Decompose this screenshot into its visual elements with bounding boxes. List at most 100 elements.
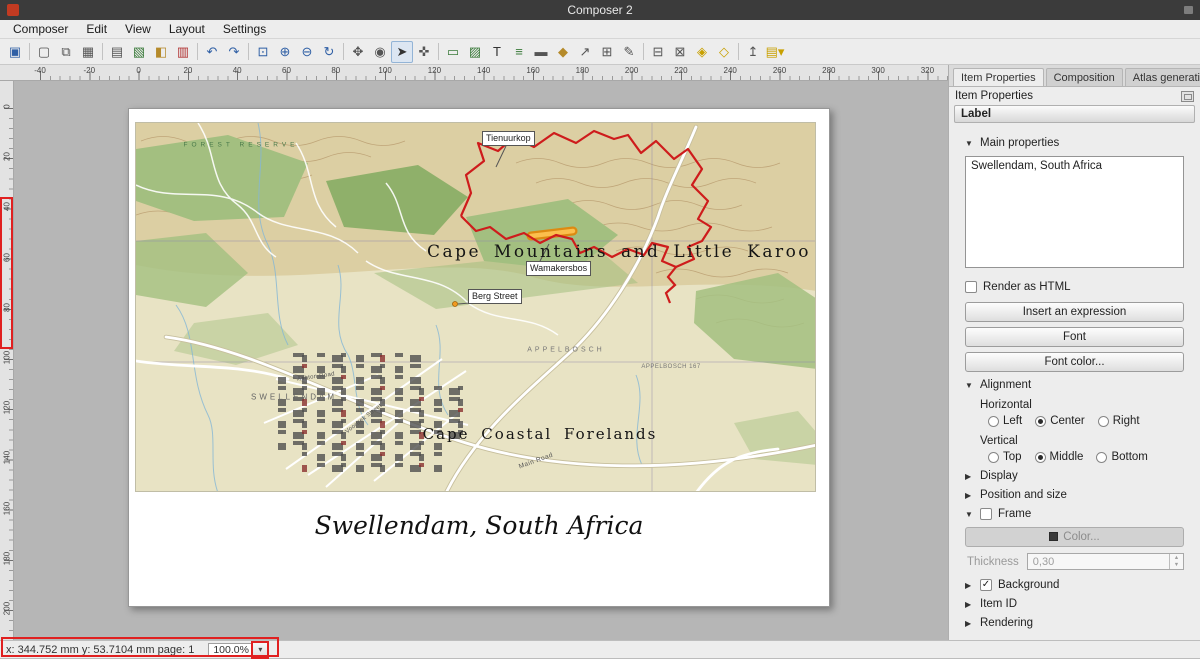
raise-items-icon[interactable]: ↥ — [742, 41, 764, 63]
vertical-label: Vertical — [980, 435, 1184, 447]
alignment-collapser[interactable]: ▼ Alignment — [965, 379, 1184, 391]
add-legend-icon[interactable]: ≡ — [508, 41, 530, 63]
composition-page[interactable]: TienuurkopWamakersbosBerg StreetCape Mou… — [128, 108, 830, 607]
item-id-collapser[interactable]: ▶ Item ID — [965, 598, 1184, 610]
panel-title: Item Properties — [955, 90, 1033, 102]
main-properties-collapser[interactable]: ▼ Main properties — [965, 137, 1184, 149]
align-items-icon[interactable]: ▤▾ — [764, 41, 786, 63]
status-bar: x: 344.752 mm y: 53.7104 mm page: 1 100.… — [0, 640, 1200, 658]
zoom-out-icon[interactable]: ⊖ — [296, 41, 318, 63]
page-title-label-item[interactable]: Swellendam, South Africa — [129, 511, 829, 540]
tab-item-properties[interactable]: Item Properties — [953, 68, 1044, 86]
callout-berg-street: Berg Street — [468, 289, 522, 304]
move-item-content-icon[interactable]: ✜ — [413, 41, 435, 63]
zoom-full-icon[interactable]: ⊡ — [252, 41, 274, 63]
tab-composition[interactable]: Composition — [1046, 68, 1123, 86]
export-svg-icon[interactable]: ◧ — [150, 41, 172, 63]
label-text-area[interactable]: Swellendam, South Africa — [965, 156, 1184, 268]
display-collapser[interactable]: ▶ Display — [965, 470, 1184, 482]
collapse-down-icon: ▼ — [965, 510, 974, 519]
add-arrow-icon[interactable]: ↗ — [574, 41, 596, 63]
save-project-icon[interactable]: ▣ — [4, 41, 26, 63]
position-size-collapser[interactable]: ▶ Position and size — [965, 489, 1184, 501]
add-map-icon[interactable]: ▭ — [442, 41, 464, 63]
menu-settings[interactable]: Settings — [214, 20, 275, 38]
add-label-icon[interactable]: T — [486, 41, 508, 63]
panel-float-icon[interactable] — [1181, 91, 1194, 102]
zoom-in-icon[interactable]: ⊕ — [274, 41, 296, 63]
menu-edit[interactable]: Edit — [77, 20, 116, 38]
group-items-icon[interactable]: ⊟ — [647, 41, 669, 63]
select-move-item-icon[interactable]: ➤ — [391, 41, 413, 63]
main-properties-label: Main properties — [980, 137, 1059, 149]
add-scalebar-icon[interactable]: ▬ — [530, 41, 552, 63]
map-minor-label: APPELBOSCH 167 — [641, 364, 700, 370]
print-icon[interactable]: ▤ — [106, 41, 128, 63]
export-image-icon[interactable]: ▧ — [128, 41, 150, 63]
app-icon — [7, 4, 19, 16]
composer-canvas[interactable]: TienuurkopWamakersbosBerg StreetCape Mou… — [14, 81, 948, 640]
frame-label: Frame — [998, 508, 1031, 520]
halign-right-radio[interactable]: Right — [1098, 415, 1140, 427]
rendering-collapser[interactable]: ▶ Rendering — [965, 617, 1184, 629]
valign-top-radio[interactable]: Top — [988, 451, 1022, 463]
valign-middle-radio[interactable]: Middle — [1035, 451, 1084, 463]
export-pdf-icon[interactable]: ▥ — [172, 41, 194, 63]
thickness-value: 0,30 — [1028, 554, 1169, 569]
zoom-tool-icon[interactable]: ◉ — [369, 41, 391, 63]
unlock-items-icon[interactable]: ◇ — [713, 41, 735, 63]
map-item[interactable]: TienuurkopWamakersbosBerg StreetCape Mou… — [135, 122, 816, 492]
add-table-icon[interactable]: ⊞ — [596, 41, 618, 63]
ungroup-items-icon[interactable]: ⊠ — [669, 41, 691, 63]
background-collapser[interactable]: ▶ Background — [965, 579, 1184, 591]
add-html-icon[interactable]: ✎ — [618, 41, 640, 63]
halign-left-radio[interactable]: Left — [988, 415, 1022, 427]
tab-atlas-generation[interactable]: Atlas generation — [1125, 68, 1200, 86]
menu-view[interactable]: View — [116, 20, 160, 38]
halign-options: Left Center Right — [988, 415, 1184, 427]
collapse-right-icon: ▶ — [965, 619, 974, 628]
halign-center-radio[interactable]: Center — [1035, 415, 1085, 427]
render-as-html-row[interactable]: Render as HTML — [965, 281, 1184, 293]
duplicate-composer-icon[interactable]: ⧉ — [55, 41, 77, 63]
thickness-spinbox[interactable]: 0,30 ▲▼ — [1027, 553, 1184, 570]
lock-items-icon[interactable]: ◈ — [691, 41, 713, 63]
label-section-header: Label — [954, 105, 1195, 123]
insert-expression-button[interactable]: Insert an expression — [965, 302, 1184, 322]
pan-tool-icon[interactable]: ✥ — [347, 41, 369, 63]
collapse-down-icon: ▼ — [965, 381, 974, 390]
background-label: Background — [998, 579, 1059, 591]
background-checkbox[interactable] — [980, 579, 992, 591]
collapse-right-icon: ▶ — [965, 472, 974, 481]
redo-icon[interactable]: ↷ — [223, 41, 245, 63]
new-composer-icon[interactable]: ▢ — [33, 41, 55, 63]
render-as-html-checkbox[interactable] — [965, 281, 977, 293]
zoom-level-input[interactable]: 100.0% — [208, 643, 252, 657]
position-size-label: Position and size — [980, 489, 1067, 501]
alignment-label: Alignment — [980, 379, 1031, 391]
vertical-ruler: 020406080100120140160180200 — [0, 81, 14, 640]
window-menu-icon[interactable] — [1184, 6, 1193, 14]
zoom-dropdown-button[interactable]: ▾ — [252, 642, 268, 658]
frame-collapser[interactable]: ▼ Frame — [965, 508, 1184, 520]
spinner-arrows-icon[interactable]: ▲▼ — [1169, 554, 1183, 569]
collapse-right-icon: ▶ — [965, 491, 974, 500]
composer-manager-icon[interactable]: ▦ — [77, 41, 99, 63]
color-swatch-icon — [1049, 532, 1058, 541]
menu-composer[interactable]: Composer — [4, 20, 77, 38]
add-shape-icon[interactable]: ◆ — [552, 41, 574, 63]
undo-icon[interactable]: ↶ — [201, 41, 223, 63]
font-button[interactable]: Font — [965, 327, 1184, 347]
collapse-right-icon: ▶ — [965, 581, 974, 590]
menu-layout[interactable]: Layout — [160, 20, 214, 38]
refresh-view-icon[interactable]: ↻ — [318, 41, 340, 63]
valign-bottom-radio[interactable]: Bottom — [1096, 451, 1147, 463]
map-minor-label: APPELBOSCH — [527, 347, 604, 354]
frame-checkbox[interactable] — [980, 508, 992, 520]
cursor-position-text: x: 344.752 mm y: 53.7104 mm page: 1 — [6, 644, 194, 656]
add-image-icon[interactable]: ▨ — [464, 41, 486, 63]
map-minor-label: FOREST RESERVE — [184, 142, 299, 149]
thickness-label: Thickness — [967, 556, 1019, 568]
workspace: -40-200204060801001201401601802002202402… — [0, 65, 1200, 640]
font-color-button[interactable]: Font color... — [965, 352, 1184, 372]
